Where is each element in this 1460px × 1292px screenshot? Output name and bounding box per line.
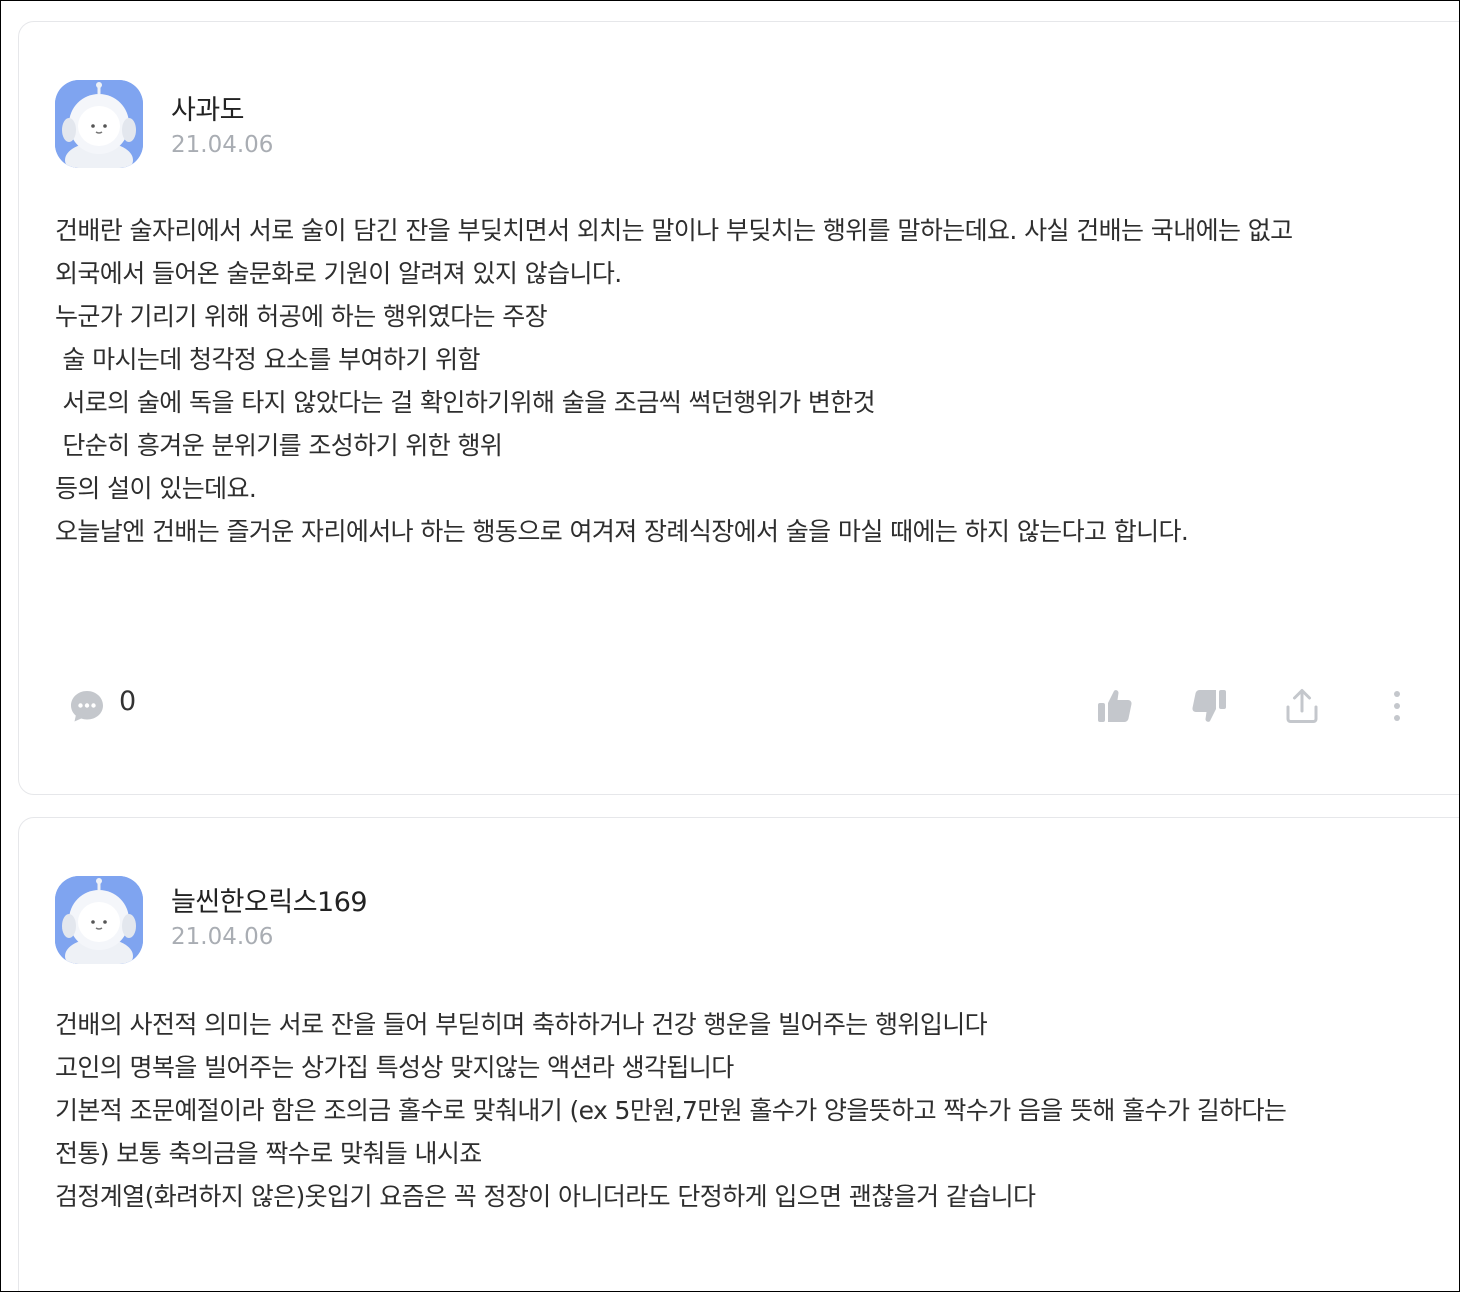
answer-line: 전통) 보통 축의금을 짝수로 맞춰들 내시죠 bbox=[55, 1139, 482, 1168]
answer-line: 술 마시는데 청각정 요소를 부여하기 위함 bbox=[55, 345, 480, 374]
answer-line: 기본적 조문예절이라 함은 조의금 홀수로 맞춰내기 (ex 5만원,7만원 홀… bbox=[55, 1096, 1287, 1125]
answer-line: 건배의 사전적 의미는 서로 잔을 들어 부딛히며 축하하거나 건강 행운을 빌… bbox=[55, 1010, 988, 1039]
author-name[interactable]: 사과도 bbox=[171, 88, 245, 127]
post-date: 21.04.06 bbox=[171, 924, 274, 950]
answer-card: 늘씬한오릭스169 21.04.06 건배의 사전적 의미는 서로 잔을 들어 … bbox=[18, 817, 1459, 1291]
share-upload-icon[interactable] bbox=[1282, 686, 1322, 726]
thumbs-down-icon[interactable] bbox=[1189, 686, 1229, 726]
author-name[interactable]: 늘씬한오릭스169 bbox=[171, 880, 368, 919]
answer-line: 오늘날엔 건배는 즐거운 자리에서나 하는 행동으로 여겨져 장례식장에서 술을… bbox=[55, 517, 1189, 546]
answer-line: 외국에서 들어온 술문화로 기원이 알려져 있지 않습니다. bbox=[55, 259, 622, 288]
answer-body: 건배의 사전적 의미는 서로 잔을 들어 부딛히며 축하하거나 건강 행운을 빌… bbox=[55, 1003, 1435, 1218]
answer-line: 건배란 술자리에서 서로 술이 담긴 잔을 부딪치면서 외치는 말이나 부딪치는… bbox=[55, 216, 1293, 245]
answer-line: 고인의 명복을 빌어주는 상가집 특성상 맞지않는 액션라 생각됩니다 bbox=[55, 1053, 734, 1082]
answer-line: 서로의 술에 독을 타지 않았다는 걸 확인하기위해 술을 조금씩 썩던행위가 … bbox=[55, 388, 876, 417]
more-vertical-icon[interactable] bbox=[1377, 686, 1417, 726]
answer-card: 사과도 21.04.06 건배란 술자리에서 서로 술이 담긴 잔을 부딪치면서… bbox=[18, 21, 1459, 795]
robot-avatar-icon[interactable] bbox=[55, 876, 143, 964]
answer-line: 검정계열(화려하지 않은)옷입기 요즘은 꼭 정장이 아니더라도 단정하게 입으… bbox=[55, 1182, 1036, 1211]
post-date: 21.04.06 bbox=[171, 132, 274, 158]
answer-line: 등의 설이 있는데요. bbox=[55, 474, 257, 503]
answer-body: 건배란 술자리에서 서로 술이 담긴 잔을 부딪치면서 외치는 말이나 부딪치는… bbox=[55, 209, 1435, 553]
action-bar: 0 bbox=[19, 682, 1459, 730]
robot-avatar-icon[interactable] bbox=[55, 80, 143, 168]
speech-bubble-icon[interactable] bbox=[69, 688, 105, 724]
comment-count[interactable]: 0 bbox=[119, 686, 136, 717]
answer-line: 누군가 기리기 위해 허공에 하는 행위였다는 주장 bbox=[55, 302, 548, 331]
answer-line: 단순히 흥겨운 분위기를 조성하기 위한 행위 bbox=[55, 431, 503, 460]
page-frame: 사과도 21.04.06 건배란 술자리에서 서로 술이 담긴 잔을 부딪치면서… bbox=[0, 0, 1460, 1292]
thumbs-up-icon[interactable] bbox=[1095, 686, 1135, 726]
